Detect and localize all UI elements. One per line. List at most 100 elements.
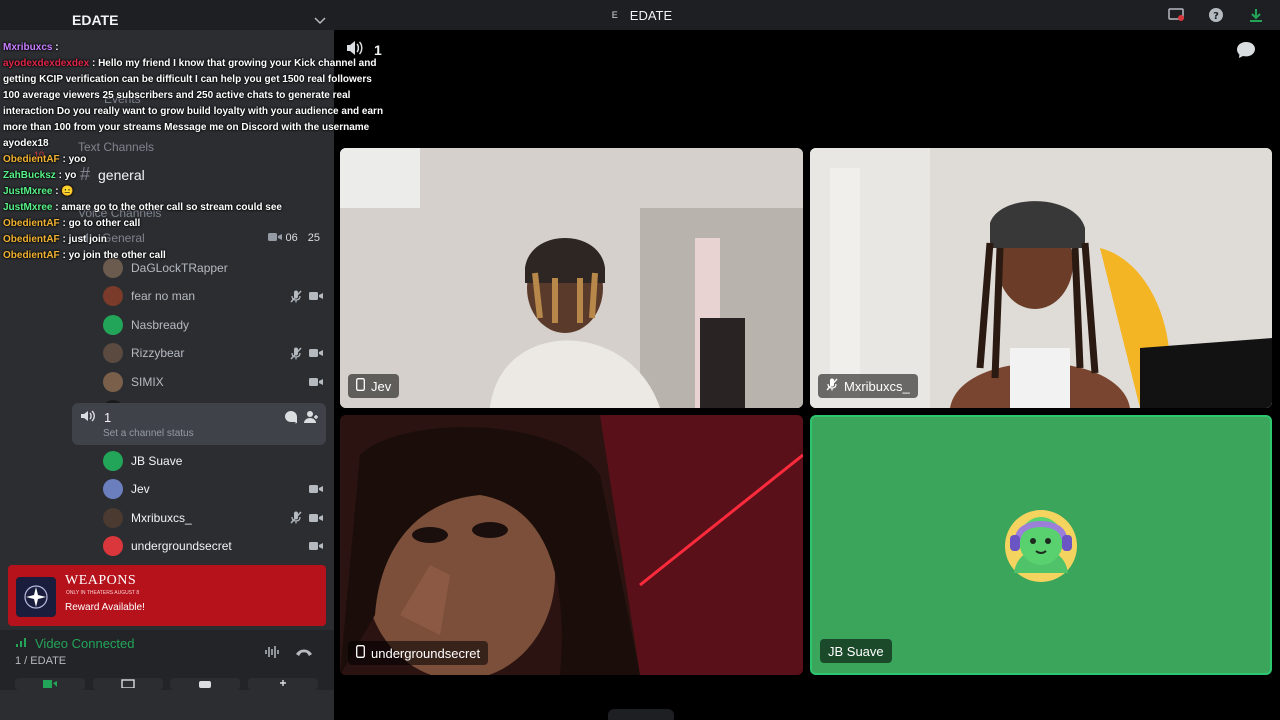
avatar [103, 286, 123, 307]
chat-username[interactable]: ObedientAF [3, 234, 60, 245]
avatar [103, 479, 123, 500]
chat-separator: : [55, 170, 65, 181]
camera-toggle-button[interactable] [15, 678, 85, 690]
tile-label: JB Suave [820, 639, 892, 663]
video-tile-jev[interactable]: Jev [340, 148, 803, 408]
screen-share-button[interactable] [93, 678, 163, 690]
download-icon[interactable] [1246, 5, 1266, 25]
chat-message: ObedientAF : yo join the other call [3, 248, 385, 264]
chat-message: ZahBucksz : yo [3, 168, 385, 184]
video-tile-mxribuxcs[interactable]: Mxribuxcs_ [810, 148, 1272, 408]
server-badge: E [611, 10, 618, 20]
chat-message: ayodexdexdexdex : Hello my friend I know… [3, 56, 385, 152]
tile-label: Mxribuxcs_ [818, 374, 918, 398]
mic-muted-icon [289, 346, 303, 360]
chat-username[interactable]: JustMxree [3, 186, 52, 197]
chat-text: just join [68, 234, 107, 245]
video-feed-jev [340, 148, 803, 408]
weapons-logo [16, 577, 56, 617]
chat-username[interactable]: Mxribuxcs [3, 42, 52, 53]
chat-username[interactable]: ObedientAF [3, 218, 60, 229]
avatar [103, 314, 123, 335]
member-name: Jev [131, 482, 150, 497]
server-title: E EDATE [608, 8, 672, 23]
chat-message: Mxribuxcs : [3, 40, 385, 56]
video-tile-undergroundsecret[interactable]: undergroundsecret [340, 415, 803, 675]
speaker-icon [80, 409, 96, 426]
screen-share-icon[interactable] [1166, 5, 1186, 25]
chat-text: 😐 [61, 186, 74, 197]
promo-banner[interactable]: WEAPONS ONLY IN THEATERS AUGUST 8 Reward… [8, 565, 326, 626]
channel-status-input[interactable]: Set a channel status [103, 428, 194, 439]
mic-muted-icon [826, 378, 838, 394]
chat-text: yo [64, 170, 77, 181]
chat-separator: : [59, 218, 69, 229]
tile-label: Jev [348, 374, 400, 398]
chat-text: yo join the other call [68, 250, 166, 261]
voice-member[interactable]: Mxribuxcs_ [103, 505, 323, 531]
chat-message: ObedientAF : go to other call [3, 216, 385, 232]
server-title-text: EDATE [629, 7, 673, 23]
svg-text:?: ? [1213, 11, 1219, 22]
chat-icon[interactable] [1236, 41, 1256, 64]
stage-controls-handle[interactable] [608, 709, 674, 720]
voice-member[interactable]: undergroundsecret [103, 533, 323, 559]
promo-title: WEAPONS [65, 573, 137, 588]
chat-username[interactable]: ZahBucksz [3, 170, 56, 181]
member-name: JB Suave [131, 454, 183, 468]
video-feed-undergroundsecret [340, 415, 803, 675]
mic-muted-icon [289, 289, 303, 303]
phone-icon [356, 378, 365, 394]
chat-username[interactable]: ayodexdexdexdex [3, 58, 89, 69]
participant-name: undergroundsecret [371, 645, 481, 661]
member-name: Mxribuxcs_ [131, 510, 192, 525]
chat-icon[interactable] [284, 410, 298, 429]
disconnect-icon[interactable] [294, 642, 314, 662]
noise-suppression-icon[interactable] [262, 642, 282, 662]
voice-channel-1[interactable]: 1 Set a channel status [72, 403, 326, 445]
chat-username[interactable]: JustMxree [3, 202, 52, 213]
chat-separator: : [52, 42, 59, 53]
chevron-down-icon [314, 12, 326, 28]
chat-separator: : [59, 234, 69, 245]
chat-text: amare go to the other call so stream cou… [61, 202, 282, 213]
participant-name: Mxribuxcs_ [844, 378, 910, 394]
promo-tagline: ONLY IN THEATERS AUGUST 8 [66, 590, 140, 596]
member-name: undergroundsecret [131, 539, 232, 554]
phone-icon [356, 645, 365, 661]
chat-username[interactable]: ObedientAF [3, 154, 60, 165]
chat-message: JustMxree : amare go to the other call s… [3, 200, 385, 216]
participant-name: Jev [371, 378, 392, 394]
member-name: fear no man [131, 289, 196, 304]
avatar [103, 507, 123, 528]
chat-text: go to other call [68, 218, 141, 229]
voice-member[interactable]: SIMIX [103, 369, 323, 395]
chat-text: yoo [68, 154, 87, 165]
voice-member[interactable]: Rizzybear [103, 340, 323, 366]
voice-channel-name: 1 [104, 410, 112, 425]
tile-label: undergroundsecret [348, 641, 489, 665]
avatar [103, 343, 123, 364]
signal-icon[interactable] [15, 636, 29, 651]
stream-chat-overlay: Mxribuxcs : ayodexdexdexdex : Hello my f… [3, 40, 389, 264]
server-header[interactable]: EDATE [72, 8, 326, 32]
chat-message: JustMxree : 😐 [3, 184, 385, 200]
activities-button[interactable] [170, 678, 240, 690]
video-feed-mxribuxcs [810, 148, 1272, 408]
mic-muted-icon [289, 511, 303, 525]
soundboard-button[interactable] [248, 678, 318, 690]
voice-member[interactable]: JB Suave [103, 448, 323, 474]
chat-separator: : [89, 58, 99, 69]
member-name: SIMIX [131, 374, 164, 389]
add-user-icon[interactable] [304, 410, 318, 429]
voice-member[interactable]: Jev [103, 476, 323, 502]
gamepad-icon [199, 681, 211, 688]
voice-member[interactable]: Nasbready [103, 312, 323, 338]
voice-member[interactable]: fear no man [103, 283, 323, 309]
help-icon[interactable]: ? [1206, 5, 1226, 25]
video-tile-jb-suave[interactable]: JB Suave [810, 415, 1272, 675]
chat-username[interactable]: ObedientAF [3, 250, 60, 261]
video-camera-icon [309, 375, 323, 389]
chat-separator: : [59, 154, 69, 165]
connection-location[interactable]: 1 / EDATE [15, 655, 66, 667]
